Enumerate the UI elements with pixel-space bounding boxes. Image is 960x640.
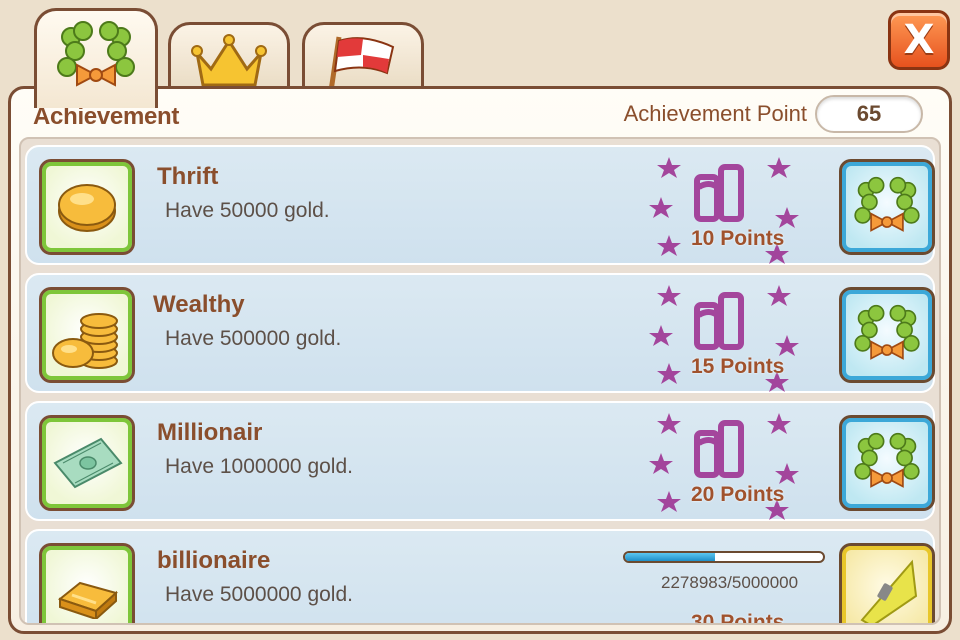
reward-button[interactable] xyxy=(839,287,935,383)
sealed-envelope-icon xyxy=(860,559,918,623)
achievement-title: Wealthy xyxy=(153,291,245,318)
achievement-points: 10 Points xyxy=(691,227,785,250)
close-button[interactable]: X xyxy=(888,10,950,70)
achievement-panel: Achievement Achievement Point 65 Thrift … xyxy=(8,86,952,634)
achievement-title: Thrift xyxy=(157,163,219,190)
reward-button[interactable] xyxy=(839,415,935,511)
banknote-icon xyxy=(53,437,123,489)
flag-icon xyxy=(328,36,395,92)
achievement-points: 15 Points xyxy=(691,355,785,378)
crown-icon xyxy=(191,34,267,87)
achievement-point-value: 65 xyxy=(815,95,923,133)
achievement-description: Have 500000 gold. xyxy=(165,327,342,350)
achievement-icon-frame xyxy=(39,543,135,623)
achievement-icon-frame xyxy=(39,415,135,511)
achievement-row-billionaire[interactable]: billionaire Have 5000000 gold. 2278983/5… xyxy=(25,529,935,625)
gold-coin-icon xyxy=(58,184,116,232)
tab-flag[interactable] xyxy=(302,22,424,92)
achievement-row-thrift[interactable]: Thrift Have 50000 gold. 10 Points xyxy=(25,145,935,265)
achievement-title: Millionair xyxy=(157,419,263,446)
achievement-points: 30 Points xyxy=(691,611,785,625)
locked-reward-button[interactable] xyxy=(839,543,935,623)
gold-bar-icon xyxy=(57,581,119,619)
clover-bow-icon xyxy=(57,21,135,87)
close-icon: X xyxy=(903,17,935,63)
achievement-icon-frame xyxy=(39,159,135,255)
achievement-points: 20 Points xyxy=(691,483,785,506)
achievement-description: Have 1000000 gold. xyxy=(165,455,353,478)
achievement-row-wealthy[interactable]: Wealthy Have 500000 gold. 15 Points xyxy=(25,273,935,393)
progress-fill xyxy=(625,553,716,561)
achievement-description: Have 5000000 gold. xyxy=(165,583,353,606)
progress-text: 2278983/5000000 xyxy=(661,573,799,592)
reward-button[interactable] xyxy=(839,159,935,255)
achievement-title: billionaire xyxy=(157,547,271,574)
achievement-row-millionair[interactable]: Millionair Have 1000000 gold. 20 Points xyxy=(25,401,935,521)
achievement-progress-bar xyxy=(623,551,825,563)
achievement-icon-frame xyxy=(39,287,135,383)
achievement-description: Have 50000 gold. xyxy=(165,199,330,222)
clover-bow-icon xyxy=(854,176,920,232)
achievement-point-label: Achievement Point xyxy=(623,101,807,126)
tab-ranking[interactable] xyxy=(168,22,290,92)
clover-bow-icon xyxy=(854,304,920,360)
clover-bow-icon xyxy=(854,432,920,488)
achievement-list[interactable]: Thrift Have 50000 gold. 10 Points Wealth… xyxy=(19,137,941,625)
coin-stack-icon xyxy=(52,313,118,369)
tab-achievement[interactable] xyxy=(34,8,158,108)
